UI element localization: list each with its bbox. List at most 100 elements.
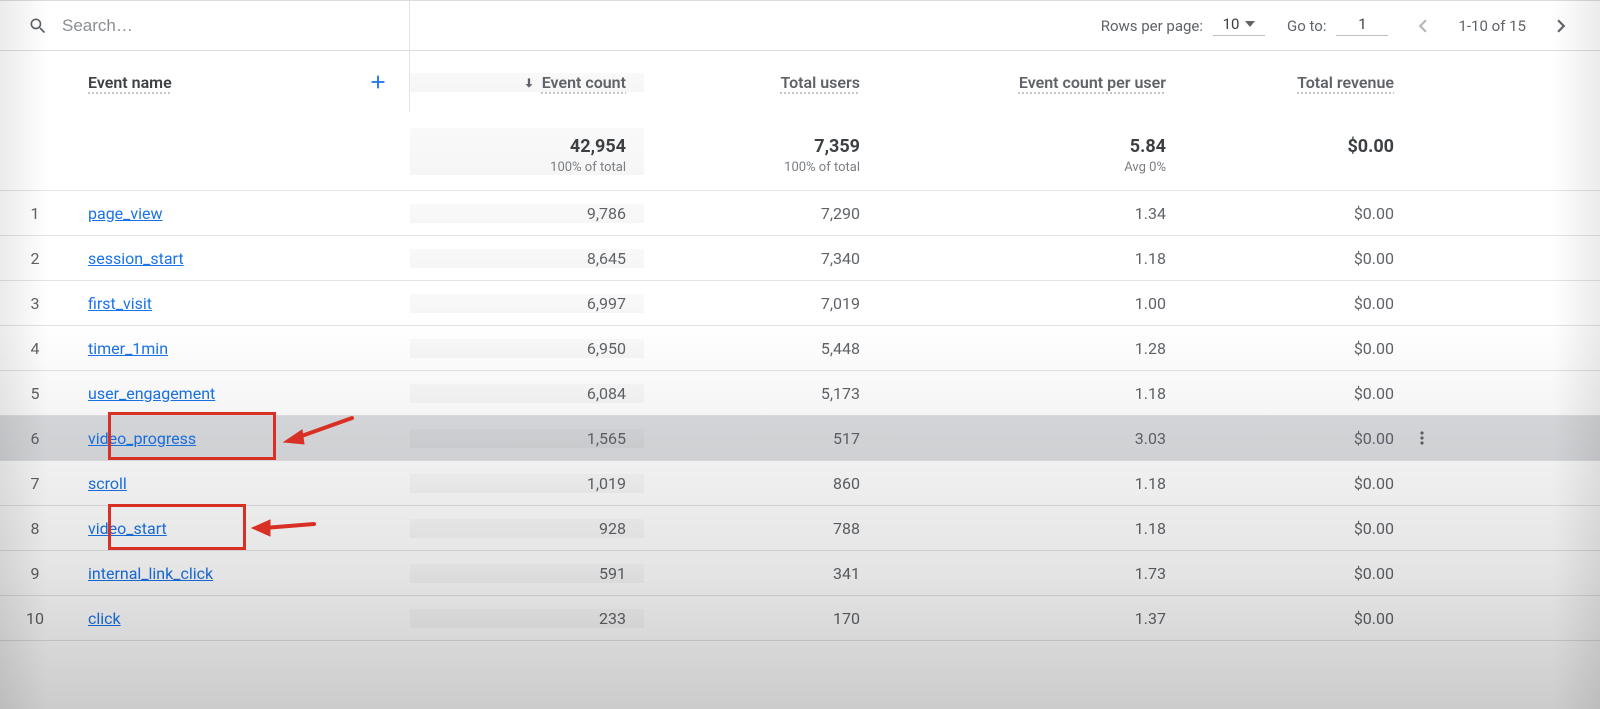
row-total-users: 7,290: [644, 204, 878, 223]
row-revenue: $0.00: [1184, 429, 1412, 448]
row-index: 4: [0, 339, 70, 358]
table-row[interactable]: 7scroll1,0198601.18$0.00: [0, 461, 1600, 506]
row-event-name: session_start: [70, 249, 410, 268]
row-event-count: 6,950: [410, 339, 644, 358]
row-event-name: video_progress: [70, 429, 410, 448]
goto-label: Go to:: [1287, 17, 1326, 35]
table-row[interactable]: 6video_progress1,5655173.03$0.00: [0, 416, 1600, 461]
row-count-per-user: 1.73: [878, 564, 1184, 583]
totals-total-users-value: 7,359: [814, 134, 860, 159]
row-total-users: 788: [644, 519, 878, 538]
totals-event-count-sub: 100% of total: [550, 160, 626, 175]
table-row[interactable]: 1page_view9,7867,2901.34$0.00: [0, 191, 1600, 236]
totals-total-users-sub: 100% of total: [784, 160, 860, 175]
totals-count-per-user-sub: Avg 0%: [1124, 160, 1166, 175]
row-event-name: internal_link_click: [70, 564, 410, 583]
next-page-icon[interactable]: [1548, 13, 1574, 39]
row-event-name: scroll: [70, 474, 410, 493]
goto-page: Go to: 1: [1287, 15, 1388, 36]
event-name-link[interactable]: internal_link_click: [88, 564, 213, 583]
caret-down-icon: [1245, 21, 1255, 27]
search-region: [0, 1, 410, 50]
events-table: Event name Event count Total users Event…: [0, 51, 1600, 641]
row-event-count: 591: [410, 564, 644, 583]
row-index: 5: [0, 384, 70, 403]
header-count-per-user[interactable]: Event count per user: [878, 73, 1184, 92]
goto-input[interactable]: 1: [1336, 15, 1388, 36]
header-event-name[interactable]: Event name: [70, 73, 410, 92]
row-event-count: 9,786: [410, 204, 644, 223]
event-name-link[interactable]: first_visit: [88, 294, 152, 313]
goto-value: 1: [1358, 15, 1366, 33]
row-count-per-user: 1.18: [878, 249, 1184, 268]
totals-event-count-value: 42,954: [570, 134, 626, 159]
row-revenue: $0.00: [1184, 204, 1412, 223]
event-name-link[interactable]: video_start: [88, 519, 167, 538]
event-name-link[interactable]: user_engagement: [88, 384, 215, 403]
row-index: 10: [0, 609, 70, 628]
totals-revenue-sub: [1391, 160, 1394, 175]
table-row[interactable]: 9 internal_link_click 5913411.73$0.00: [0, 551, 1600, 596]
row-total-users: 170: [644, 609, 878, 628]
row-event-count: 233: [410, 609, 644, 628]
row-index: 2: [0, 249, 70, 268]
header-total-revenue[interactable]: Total revenue: [1184, 73, 1412, 92]
row-revenue: $0.00: [1184, 384, 1412, 403]
table-row[interactable]: 2 session_start 8,6457,3401.18$0.00: [0, 236, 1600, 281]
table-row[interactable]: 4timer_1min6,9505,4481.28$0.00: [0, 326, 1600, 371]
row-event-count: 1,019: [410, 474, 644, 493]
row-count-per-user: 1.18: [878, 474, 1184, 493]
table-row[interactable]: 3first_visit6,9977,0191.00$0.00: [0, 281, 1600, 326]
row-count-per-user: 3.03: [878, 429, 1184, 448]
event-name-link[interactable]: scroll: [88, 474, 127, 493]
row-index: 1: [0, 204, 70, 223]
event-name-link[interactable]: session_start: [88, 249, 184, 268]
event-name-link[interactable]: timer_1min: [88, 339, 168, 358]
search-input[interactable]: [60, 15, 360, 37]
page-range: 1-10 of 15: [1458, 17, 1526, 35]
row-index: 9: [0, 564, 70, 583]
row-total-users: 7,019: [644, 294, 878, 313]
table-row[interactable]: 5user_engagement6,0845,1731.18$0.00: [0, 371, 1600, 416]
add-dimension-button[interactable]: [366, 70, 390, 94]
rows-per-page-select[interactable]: 10: [1213, 15, 1265, 36]
rows-per-page-value: 10: [1223, 15, 1240, 33]
row-revenue: $0.00: [1184, 564, 1412, 583]
row-revenue: $0.00: [1184, 474, 1412, 493]
prev-page-icon[interactable]: [1410, 13, 1436, 39]
header-event-name-label: Event name: [88, 73, 172, 92]
table-row[interactable]: 8video_start9287881.18$0.00: [0, 506, 1600, 551]
totals-name: [70, 149, 410, 155]
totals-count-per-user: 5.84 Avg 0%: [878, 128, 1184, 174]
rows-per-page: Rows per page: 10: [1101, 15, 1265, 36]
totals-revenue-value: $0.00: [1347, 134, 1394, 159]
row-revenue: $0.00: [1184, 249, 1412, 268]
table-header: Event name Event count Total users Event…: [0, 51, 1600, 113]
event-name-link[interactable]: video_progress: [88, 429, 196, 448]
row-count-per-user: 1.37: [878, 609, 1184, 628]
table-body: 1page_view9,7867,2901.34$0.002session_st…: [0, 191, 1600, 641]
row-index: 8: [0, 519, 70, 538]
row-count-per-user: 1.28: [878, 339, 1184, 358]
table-row[interactable]: 10 click 2331701.37$0.00: [0, 596, 1600, 641]
header-event-count[interactable]: Event count: [410, 73, 644, 92]
totals-total-users: 7,359 100% of total: [644, 128, 878, 174]
row-event-count: 928: [410, 519, 644, 538]
plus-icon: [367, 71, 389, 93]
row-revenue: $0.00: [1184, 519, 1412, 538]
more-vert-icon[interactable]: [1412, 428, 1432, 448]
row-total-users: 860: [644, 474, 878, 493]
row-total-users: 341: [644, 564, 878, 583]
row-revenue: $0.00: [1184, 609, 1412, 628]
row-event-count: 8,645: [410, 249, 644, 268]
event-name-link[interactable]: click: [88, 609, 121, 628]
header-total-revenue-label: Total revenue: [1297, 73, 1394, 92]
table-toolbar: Rows per page: 10 Go to: 1 1-10 of 15: [0, 1, 1600, 51]
row-event-name: page_view: [70, 204, 410, 223]
row-event-name: user_engagement: [70, 384, 410, 403]
row-event-count: 6,084: [410, 384, 644, 403]
row-total-users: 7,340: [644, 249, 878, 268]
row-total-users: 517: [644, 429, 878, 448]
event-name-link[interactable]: page_view: [88, 204, 163, 223]
header-total-users[interactable]: Total users: [644, 73, 878, 92]
